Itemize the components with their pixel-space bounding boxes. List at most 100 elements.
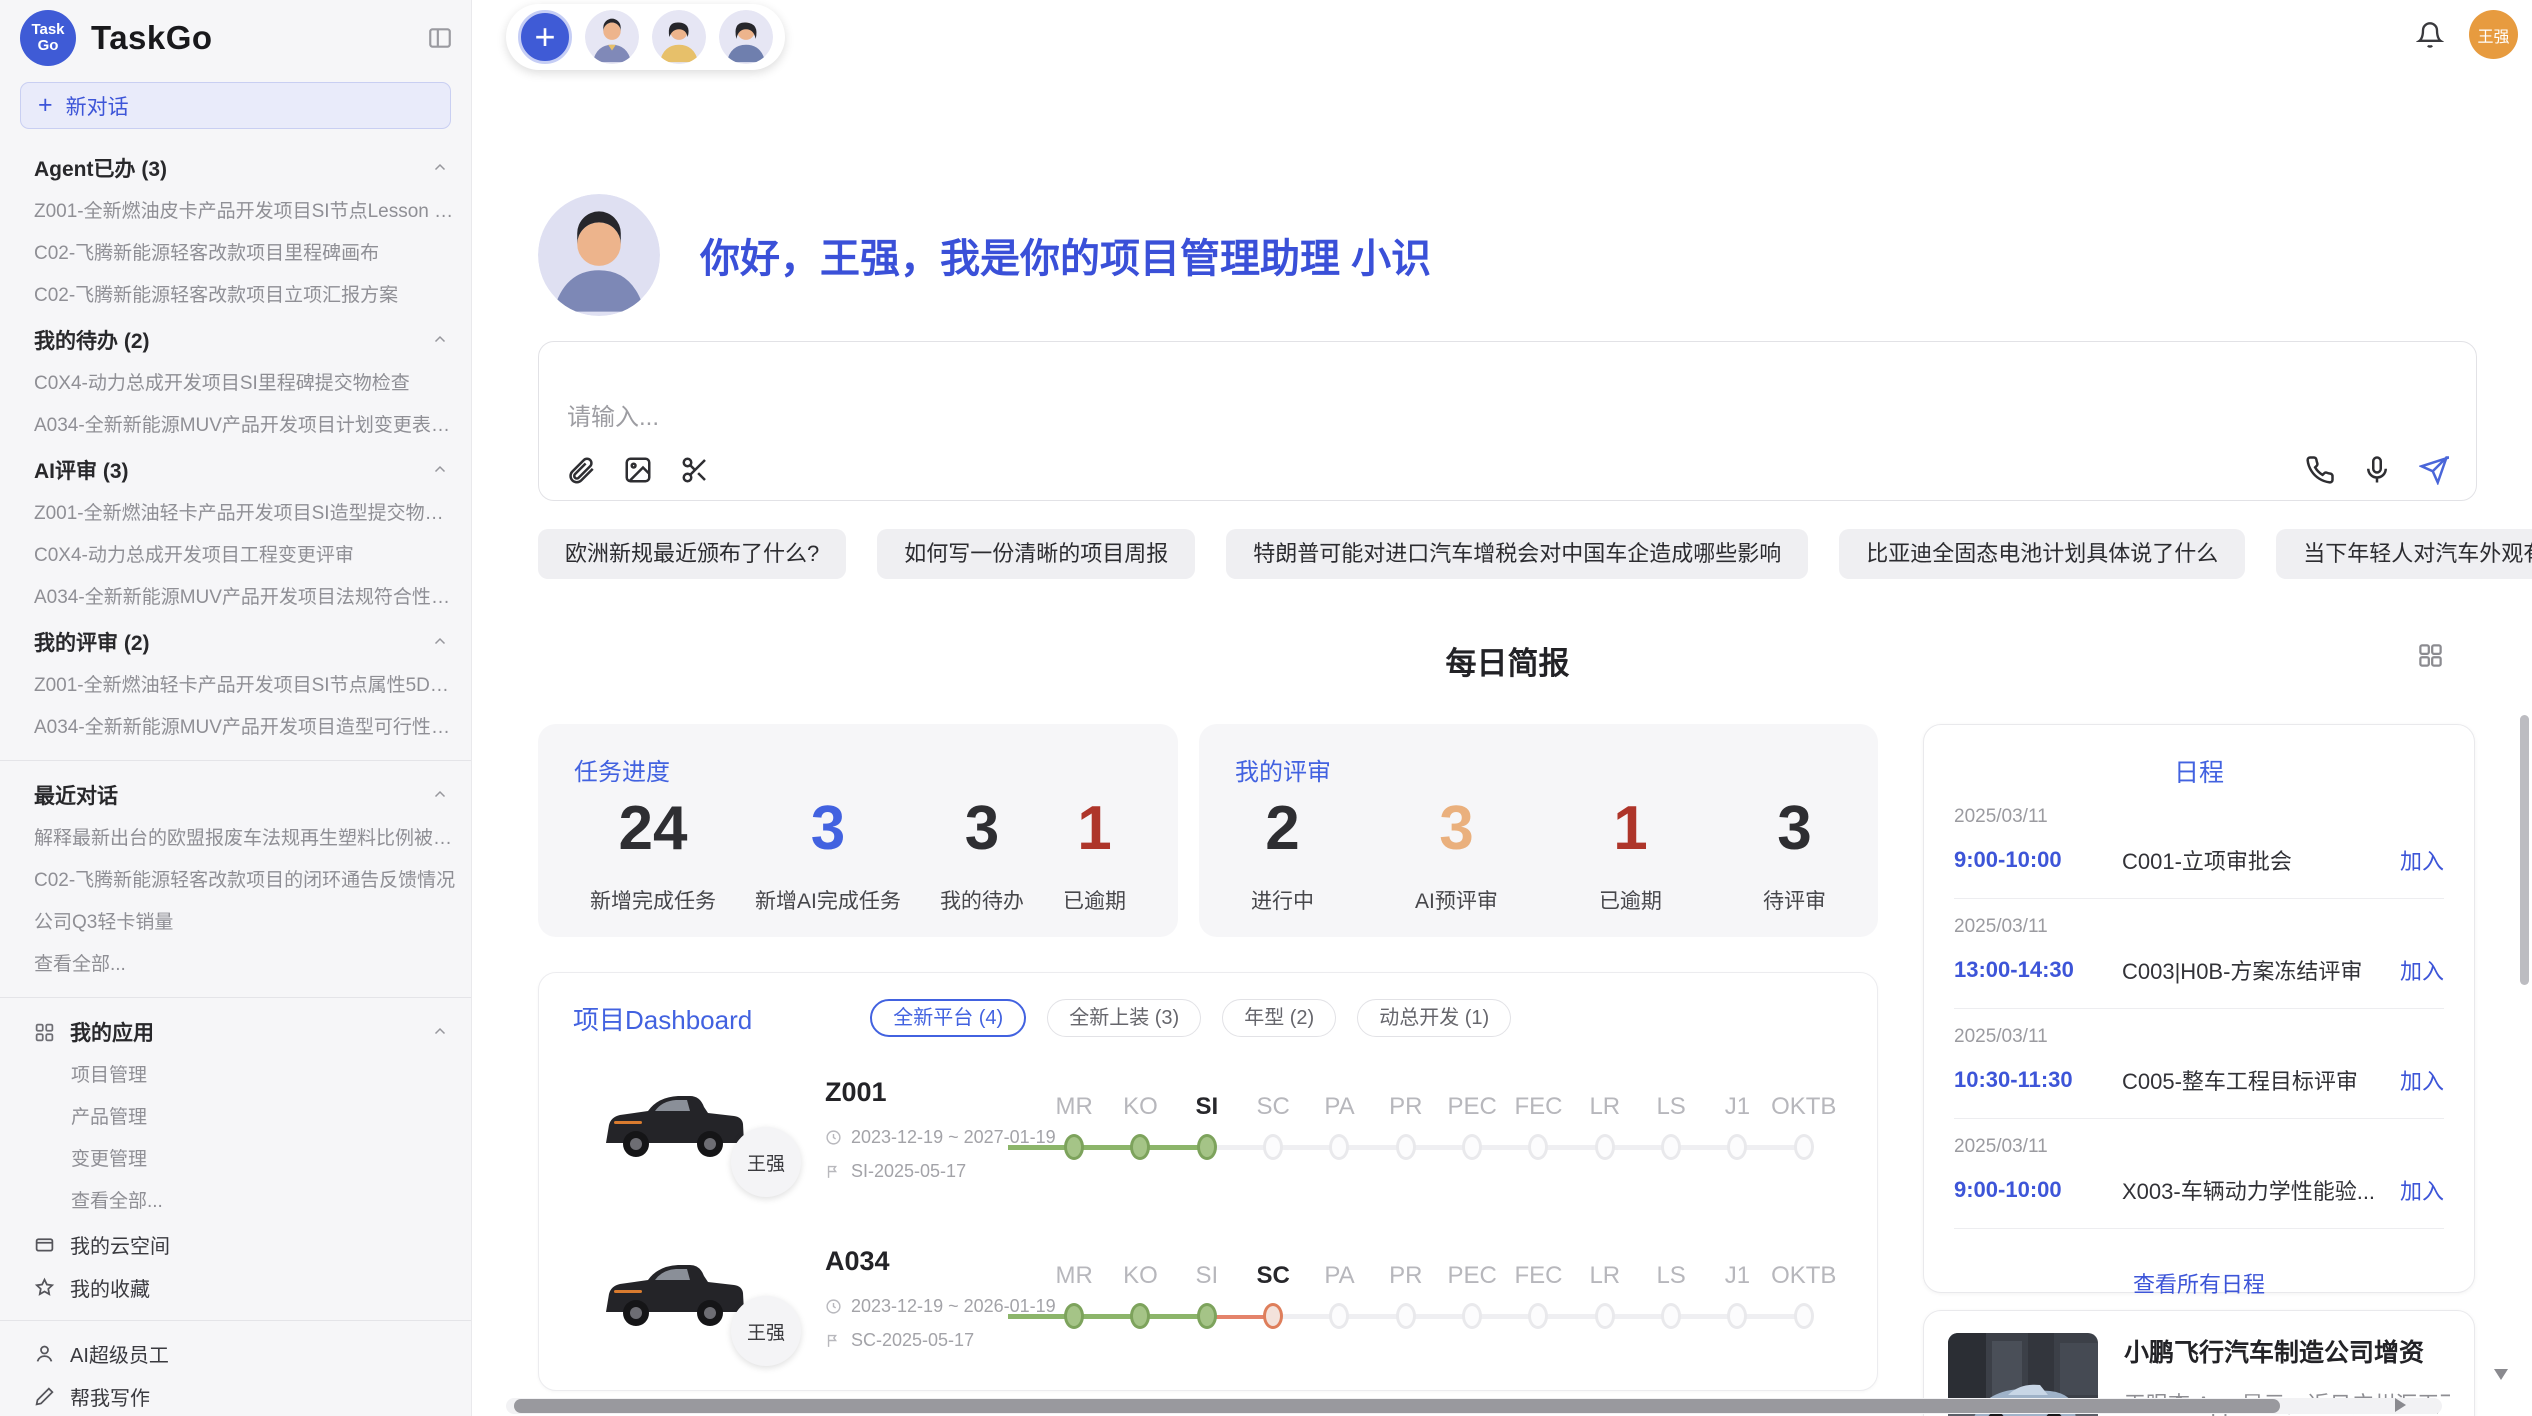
join-button[interactable]: 加入 <box>2400 1174 2444 1206</box>
section-title: 我的应用 <box>70 1017 154 1047</box>
stat-label: 已逾期 <box>1063 885 1126 915</box>
sidebar-header: Task Go TaskGo <box>0 0 471 72</box>
task-item[interactable]: Z001-全新燃油皮卡产品开发项目SI节点Lesson Learn报告 <box>34 191 459 233</box>
stat-label: 待评审 <box>1763 885 1826 915</box>
recent-chat-item[interactable]: 解释最新出台的欧盟报废车法规再生塑料比例被调至15%... <box>34 818 459 860</box>
task-item[interactable]: A034-全新新能源MUV产品开发项目法规符合性评审 <box>34 577 459 619</box>
suggestion-chip[interactable]: 当下年轻人对汽车外观有怎样的喜好趋势 <box>2276 529 2532 579</box>
task-item[interactable]: C0X4-动力总成开发项目工程变更评审 <box>34 535 459 577</box>
dashboard-tab[interactable]: 年型 (2) <box>1222 999 1336 1037</box>
milestone-label: PR <box>1373 1262 1439 1292</box>
flag-icon <box>825 1332 842 1349</box>
task-item[interactable]: A034-全新新能源MUV产品开发项目计划变更表编写 <box>34 405 459 447</box>
attach-icon[interactable] <box>566 455 596 485</box>
vertical-scrollbar-thumb[interactable] <box>2520 715 2529 985</box>
project-milestone-date: SC-2025-05-17 <box>825 1330 1041 1351</box>
horizontal-scrollbar-thumb[interactable] <box>514 1399 2280 1413</box>
suggestion-chip[interactable]: 比亚迪全固态电池计划具体说了什么 <box>1839 529 2245 579</box>
section-header[interactable]: Agent已办 (3) <box>34 145 459 191</box>
recent-chat-item[interactable]: 查看全部... <box>34 944 459 986</box>
image-icon[interactable] <box>623 455 653 485</box>
section-title: 最近对话 <box>34 780 118 810</box>
task-item[interactable]: A034-全新新能源MUV产品开发项目造型可行性评审 <box>34 707 459 749</box>
section-header[interactable]: 我的待办 (2) <box>34 317 459 363</box>
cloud-space-icon <box>34 1234 55 1255</box>
member-avatar[interactable] <box>585 10 639 64</box>
sidebar-item-label: 我的收藏 <box>70 1273 150 1302</box>
milestone: OKTB <box>1771 1093 1837 1173</box>
add-member-button[interactable]: + <box>518 10 572 64</box>
suggestion-chip[interactable]: 如何写一份清晰的项目周报 <box>877 529 1195 579</box>
milestone: OKTB <box>1771 1262 1837 1342</box>
member-avatar[interactable] <box>719 10 773 64</box>
app-item[interactable]: 查看全部... <box>34 1181 459 1223</box>
sidebar-section-recent-chats: 最近对话 解释最新出台的欧盟报废车法规再生塑料比例被调至15%...C02-飞腾… <box>0 772 471 986</box>
suggestion-chip[interactable]: 特朗普可能对进口汽车增税会对中国车企造成哪些影响 <box>1226 529 1808 579</box>
sidebar-item-cloud-space[interactable]: 我的云空间 <box>0 1223 471 1266</box>
project-row[interactable]: 王强 Z001 2023-12-19 ~ 2027-01-19 SI-2025-… <box>539 1041 1877 1182</box>
recent-chat-item[interactable]: C02-飞腾新能源轻客改款项目的闭环通告反馈情况 <box>34 860 459 902</box>
divider <box>0 760 471 761</box>
milestone-label: MR <box>1041 1262 1107 1292</box>
milestone-date-label: SC-2025-05-17 <box>851 1330 974 1351</box>
app-item[interactable]: 变更管理 <box>34 1139 459 1181</box>
app-item[interactable]: 产品管理 <box>34 1097 459 1139</box>
user-avatar[interactable]: 王强 <box>2469 10 2518 59</box>
join-button[interactable]: 加入 <box>2400 844 2444 876</box>
milestone-label: FEC <box>1505 1262 1571 1292</box>
task-item[interactable]: C02-飞腾新能源轻客改款项目里程碑画布 <box>34 233 459 275</box>
send-icon[interactable] <box>2419 455 2449 485</box>
section-header[interactable]: AI评审 (3) <box>34 447 459 493</box>
horizontal-scrollbar-track <box>506 1398 2442 1414</box>
task-item[interactable]: Z001-全新燃油轻卡产品开发项目SI节点属性5D文件评审 <box>34 665 459 707</box>
app-item[interactable]: 项目管理 <box>34 1055 459 1097</box>
milestone: LS <box>1638 1093 1704 1173</box>
milestone: FEC <box>1505 1093 1571 1173</box>
collapse-sidebar-icon[interactable] <box>427 25 453 51</box>
milestone-dot <box>1329 1303 1349 1329</box>
stat-label: 已逾期 <box>1599 885 1662 915</box>
suggestion-chip[interactable]: 欧洲新规最近颁布了什么? <box>538 529 846 579</box>
apps-grid-icon <box>34 1022 55 1043</box>
phone-icon[interactable] <box>2305 455 2335 485</box>
view-all-schedule-link[interactable]: 查看所有日程 <box>1923 1267 2475 1299</box>
layout-grid-icon[interactable] <box>2417 642 2444 669</box>
mic-icon[interactable] <box>2362 455 2392 485</box>
section-header[interactable]: 最近对话 <box>34 772 459 818</box>
schedule-date: 2025/03/11 <box>1954 1136 2444 1158</box>
milestone-label: PEC <box>1439 1262 1505 1292</box>
member-avatar[interactable] <box>652 10 706 64</box>
milestone-label: J1 <box>1704 1262 1770 1292</box>
my-apps-header[interactable]: 我的应用 <box>34 1009 459 1055</box>
chevron-up-icon <box>431 461 449 479</box>
task-item[interactable]: C0X4-动力总成开发项目SI里程碑提交物检查 <box>34 363 459 405</box>
section-header[interactable]: 我的评审 (2) <box>34 619 459 665</box>
task-item[interactable]: C02-飞腾新能源轻客改款项目立项汇报方案 <box>34 275 459 317</box>
milestone-dot <box>1329 1134 1349 1160</box>
schedule-item: 2025/03/11 9:00-10:00 X003-车辆动力学性能验... 加… <box>1954 1119 2444 1229</box>
schedule-date: 2025/03/11 <box>1954 1026 2444 1048</box>
scissors-icon[interactable] <box>680 455 710 485</box>
notification-bell-icon[interactable] <box>2416 21 2444 49</box>
recent-chat-item[interactable]: 公司Q3轻卡销量 <box>34 902 459 944</box>
join-button[interactable]: 加入 <box>2400 1064 2444 1096</box>
dashboard-tab[interactable]: 动总开发 (1) <box>1357 999 1511 1037</box>
dashboard-tab[interactable]: 全新平台 (4) <box>870 999 1026 1037</box>
sidebar-item-help-write[interactable]: 帮我写作 <box>0 1375 471 1416</box>
milestone-label: PR <box>1373 1093 1439 1123</box>
scroll-down-arrow[interactable] <box>2494 1369 2508 1380</box>
project-info: A034 2023-12-19 ~ 2026-01-19 SC-2025-05-… <box>825 1246 1041 1351</box>
sidebar-item-favorites[interactable]: 我的收藏 <box>0 1266 471 1309</box>
dashboard-tab[interactable]: 全新上装 (3) <box>1047 999 1201 1037</box>
message-input[interactable] <box>567 404 1467 432</box>
new-chat-button[interactable]: + 新对话 <box>20 82 451 129</box>
task-item[interactable]: Z001-全新燃油轻卡产品开发项目SI造型提交物评审 <box>34 493 459 535</box>
scroll-right-arrow[interactable] <box>2395 1398 2406 1412</box>
divider <box>0 997 471 998</box>
schedule-time: 10:30-11:30 <box>1954 1067 2122 1093</box>
stat-label: 新增AI完成任务 <box>755 885 901 915</box>
join-button[interactable]: 加入 <box>2400 954 2444 986</box>
project-row[interactable]: 王强 A034 2023-12-19 ~ 2026-01-19 SC-2025-… <box>539 1182 1877 1351</box>
sidebar-item-ai-employee[interactable]: AI超级员工 <box>0 1332 471 1375</box>
schedule-item: 2025/03/11 13:00-14:30 C003|H0B-方案冻结评审 加… <box>1954 899 2444 1009</box>
